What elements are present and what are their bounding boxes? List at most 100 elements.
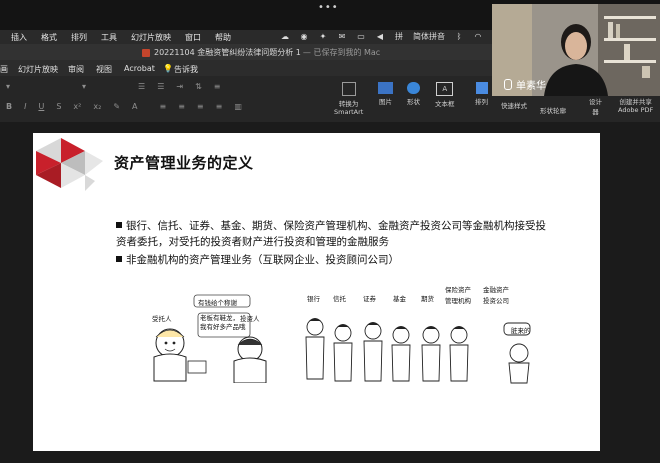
menu-help[interactable]: 帮助 [215, 32, 231, 43]
label-financial-asset-investment: 金融资产 投资公司 [483, 286, 509, 305]
align-right-icon[interactable]: ≡ [197, 102, 204, 111]
convert-smartart-button[interactable]: 转换为 SmartArt [334, 82, 363, 116]
shape-icon [407, 82, 420, 94]
designer-label: 设计 器 [589, 98, 602, 116]
bluetooth-icon[interactable]: ᛒ [454, 32, 464, 42]
document-title: 20221104 金融资管纠纷法律问题分析 1 [154, 48, 301, 57]
wechat-icon[interactable]: ✉ [337, 32, 347, 42]
subscript-icon[interactable]: x₂ [93, 102, 101, 111]
label-futures: 期货 [421, 295, 434, 303]
app-icon[interactable]: ◉ [299, 32, 309, 42]
search-icon[interactable]: 💡 [163, 64, 173, 73]
bullet-1: 银行、信托、证券、基金、期货、保险资产管理机构、金融资产投资公司等金融机构接受投… [116, 218, 551, 250]
bullet-2: 非金融机构的资产管理业务（互联网企业、投资顾问公司） [116, 252, 399, 268]
arrange-label: 排列 [475, 98, 488, 106]
strikethrough-icon[interactable]: S [56, 102, 61, 111]
bold-icon[interactable]: B [6, 102, 12, 111]
textbox-label: 文本框 [435, 100, 455, 108]
creative-cloud-icon[interactable]: ☁ [280, 32, 290, 42]
font-row: ▾ ▾ ☰ ☰ ⇥ ⇅ ≡ [6, 82, 220, 91]
create-share-label: 创建并共享 Adobe PDF [618, 98, 654, 114]
tab-review[interactable]: 审阅 [68, 64, 84, 75]
text-direction-icon[interactable]: ⇅ [195, 82, 202, 91]
smartart-icon [341, 82, 356, 96]
tab-acrobat[interactable]: Acrobat [124, 64, 155, 73]
menu-window[interactable]: 窗口 [185, 32, 201, 43]
label-securities: 证券 [363, 295, 376, 303]
microphone-icon [504, 79, 512, 90]
textbox-icon: A [436, 82, 454, 96]
picture-button[interactable]: 图片 [378, 82, 393, 106]
menu-arrange[interactable]: 排列 [71, 32, 87, 43]
italic-icon[interactable]: I [24, 102, 26, 111]
right-cartoon: 银行 信托 证券 基金 期货 保险资产 管理机构 金融资产 投资公司 脏来的 [301, 281, 541, 386]
list-bullets-icon[interactable]: ☰ [138, 82, 145, 91]
tab-draw[interactable]: 画 [0, 64, 8, 75]
wifi-icon[interactable]: ◠ [473, 32, 483, 42]
speech-bubble-left: 老板有鞋龙， 我有好多产品哦 [200, 314, 246, 331]
bullet-1-text: 银行、信托、证券、基金、期货、保险资产管理机构、金融资产投资公司等金融机构接受投… [116, 220, 546, 248]
align-text-icon[interactable]: ≡ [214, 82, 221, 91]
highlight-icon[interactable]: ✎ [113, 102, 120, 111]
label-fund: 基金 [393, 295, 406, 303]
font-size-dropdown[interactable]: ▾ [82, 82, 86, 91]
input-method-icon[interactable]: 拼 [394, 32, 404, 42]
bullet-marker [116, 256, 122, 262]
convert-smartart-label: 转换为 SmartArt [334, 100, 364, 116]
font-name-dropdown[interactable]: ▾ [6, 82, 10, 91]
list-numbers-icon[interactable]: ☰ [157, 82, 164, 91]
label-trustee: 受托人 [152, 315, 172, 323]
label-insurance-am: 保险资产 管理机构 [445, 286, 471, 305]
menu-tools[interactable]: 工具 [101, 32, 117, 43]
bullet-2-text: 非金融机构的资产管理业务（互联网企业、投资顾问公司） [126, 254, 399, 266]
speech-bubble-top: 有钱给个称谢 [198, 299, 237, 307]
menu-format[interactable]: 格式 [41, 32, 57, 43]
quick-styles-button[interactable]: 快速样式 [501, 100, 527, 110]
label-trust: 信托 [333, 295, 346, 303]
keyboard-icon[interactable]: ▭ [356, 32, 366, 42]
powerpoint-icon [142, 48, 150, 57]
participant-name: 单素华 [504, 77, 546, 92]
slide-title: 资产管理业务的定义 [114, 154, 254, 172]
format-row: B I U S x² x₂ ✎ A ≡ ≡ ≡ ≡ ▥ [6, 102, 242, 111]
tell-me-input[interactable]: 告诉我 [174, 64, 198, 75]
bullet-marker [116, 222, 122, 228]
tab-slideshow[interactable]: 幻灯片放映 [18, 64, 58, 75]
align-center-icon[interactable]: ≡ [178, 102, 185, 111]
left-cartoon: 有钱给个称谢 老板有鞋龙， 我有好多产品哦 受托人 投资人 [128, 293, 268, 383]
webcam-feed: 单素华 [492, 4, 660, 96]
arrange-button[interactable]: 排列 [475, 82, 488, 106]
tab-view[interactable]: 视图 [96, 64, 112, 75]
superscript-icon[interactable]: x² [73, 102, 81, 111]
textbox-button[interactable]: A 文本框 [435, 82, 455, 108]
more-options-icon[interactable]: ••• [318, 2, 339, 13]
indent-icon[interactable]: ⇥ [176, 82, 183, 91]
status-icons: ☁ ◉ ✦ ✉ ▭ ◀ 拼 简体拼音 ᛒ ◠ [280, 31, 483, 42]
shape-outline-button[interactable]: 形状轮廓 [540, 105, 566, 115]
participant-name-label: 单素华 [516, 81, 546, 92]
columns-icon[interactable]: ▥ [234, 102, 242, 111]
align-left-icon[interactable]: ≡ [160, 102, 167, 111]
window-title: 20221104 金融资管纠纷法律问题分析 1 — 已保存到我的 Mac [142, 47, 380, 58]
shape-label: 形状 [407, 98, 420, 106]
input-method-label[interactable]: 简体拼音 [413, 31, 445, 42]
speech-bubble-right: 脏来的 [511, 327, 531, 335]
menu-insert[interactable]: 插入 [11, 32, 27, 43]
menu-slideshow[interactable]: 幻灯片放映 [131, 32, 171, 43]
picture-icon [378, 82, 393, 94]
shape-outline-label: 形状轮廓 [540, 107, 566, 115]
slide-canvas[interactable]: 资产管理业务的定义 银行、信托、证券、基金、期货、保险资产管理机构、金融资产投资… [33, 133, 600, 451]
slide-corner-decoration [36, 138, 103, 191]
save-status: — 已保存到我的 Mac [302, 48, 381, 57]
label-bank: 银行 [307, 295, 320, 303]
justify-icon[interactable]: ≡ [216, 102, 223, 111]
underline-icon[interactable]: U [38, 102, 44, 111]
arrange-icon [475, 82, 488, 94]
quick-styles-label: 快速样式 [501, 102, 527, 110]
picture-label: 图片 [379, 98, 392, 106]
volume-icon[interactable]: ◀ [375, 32, 385, 42]
bird-icon[interactable]: ✦ [318, 32, 328, 42]
shape-button[interactable]: 形状 [407, 82, 420, 106]
right-cartoon-drawing [305, 318, 531, 384]
font-color-icon[interactable]: A [132, 102, 137, 111]
